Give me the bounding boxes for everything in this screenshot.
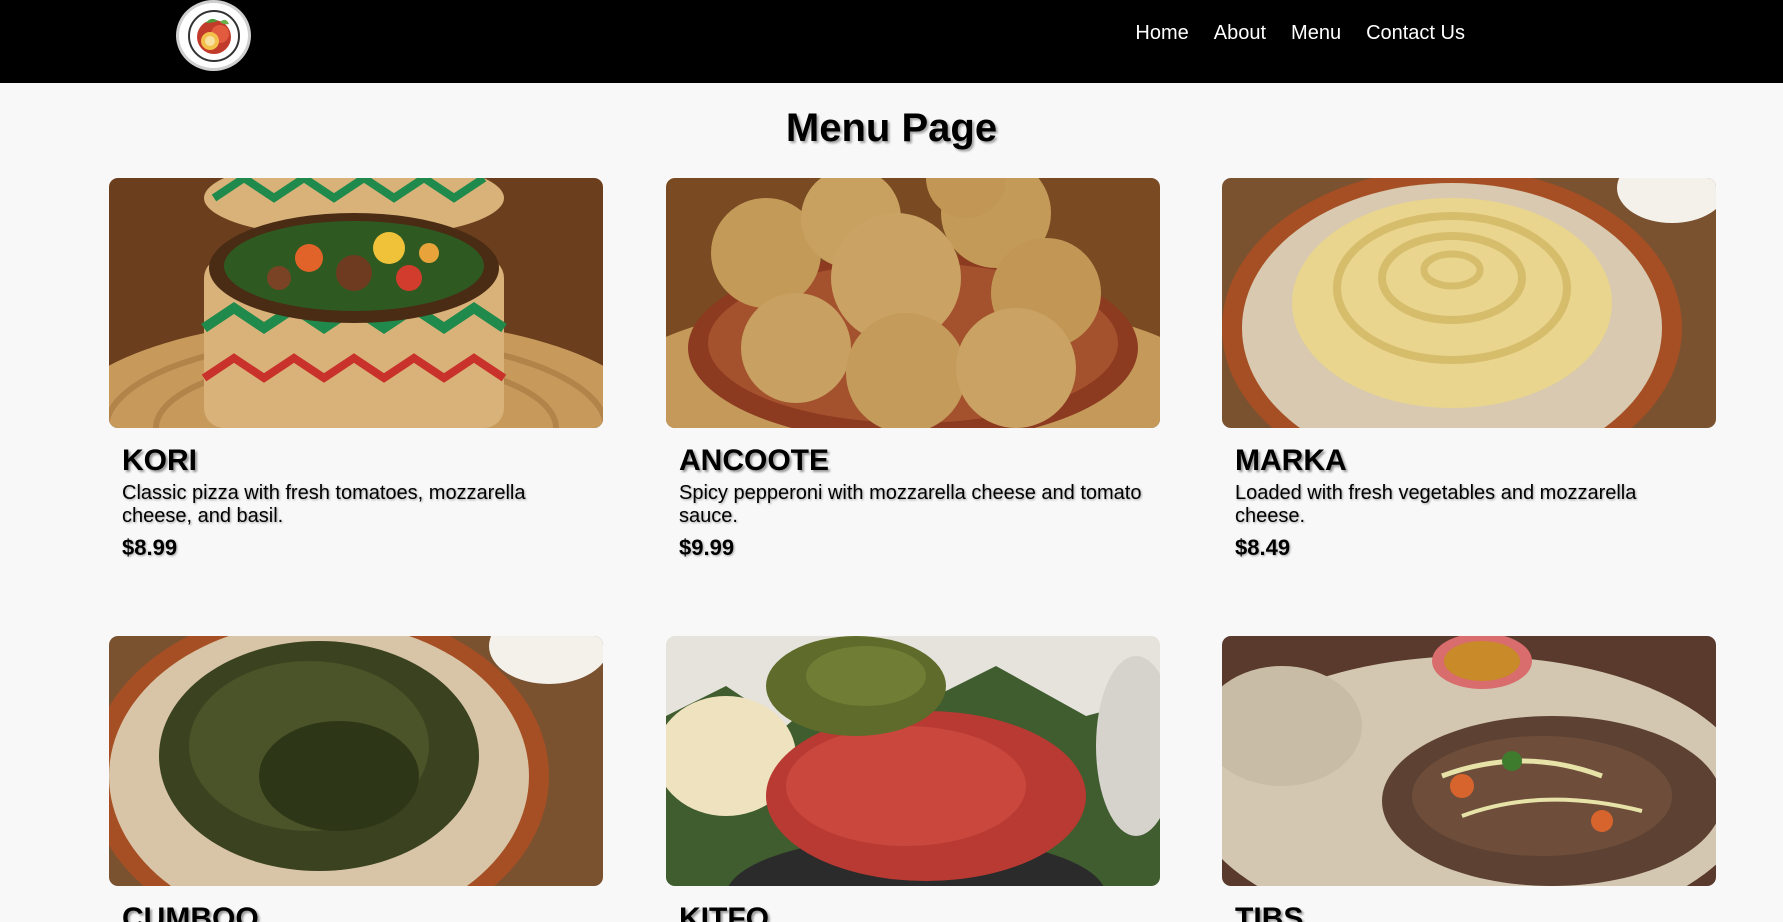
menu-card[interactable]: KORI Classic pizza with fresh tomatoes, … — [109, 178, 603, 561]
menu-item-description: Spicy pepperoni with mozzarella cheese a… — [679, 482, 1142, 527]
porridge-swirl-plate-image — [1222, 178, 1716, 428]
menu-card[interactable]: MARKA Loaded with fresh vegetables and m… — [1222, 178, 1716, 561]
menu-card[interactable]: CUMBOO — [109, 636, 603, 922]
nav-contact-link[interactable]: Contact Us — [1366, 21, 1465, 45]
menu-item-name: TIBS — [1235, 902, 1304, 922]
minced-meat-with-greens-image — [666, 636, 1160, 886]
menu-item-price: $8.99 — [122, 535, 178, 560]
minced-greens-plate-image — [109, 636, 603, 886]
menu-item-name: CUMBOO — [122, 902, 259, 922]
nav-about-link[interactable]: About — [1214, 21, 1266, 45]
navbar: Home About Menu Contact Us — [0, 0, 1783, 83]
menu-item-price: $9.99 — [679, 535, 735, 560]
sauteed-meat-on-injera-image — [1222, 636, 1716, 886]
menu-item-description: Classic pizza with fresh tomatoes, mozza… — [122, 482, 526, 527]
menu-item-price: $8.49 — [1235, 535, 1291, 560]
menu-item-name: ANCOOTE — [679, 444, 829, 477]
dough-balls-bowl-image — [666, 178, 1160, 428]
page-title: Menu Page — [785, 106, 998, 150]
main-nav: Home About Menu Contact Us — [1135, 21, 1465, 45]
menu-item-name: MARKA — [1235, 444, 1347, 477]
menu-item-name: KORI — [122, 444, 197, 477]
site-logo[interactable] — [176, 0, 251, 71]
stew-in-woven-basket-image — [109, 178, 603, 428]
nav-home-link[interactable]: Home — [1135, 21, 1188, 45]
plate-logo-icon — [187, 9, 240, 62]
nav-menu-link[interactable]: Menu — [1291, 21, 1341, 45]
menu-card[interactable]: KITFO — [666, 636, 1160, 922]
menu-item-description: Loaded with fresh vegetables and mozzare… — [1235, 482, 1637, 527]
menu-card[interactable]: ANCOOTE Spicy pepperoni with mozzarella … — [666, 178, 1160, 561]
menu-item-name: KITFO — [679, 902, 769, 922]
menu-card[interactable]: TIBS — [1222, 636, 1716, 922]
